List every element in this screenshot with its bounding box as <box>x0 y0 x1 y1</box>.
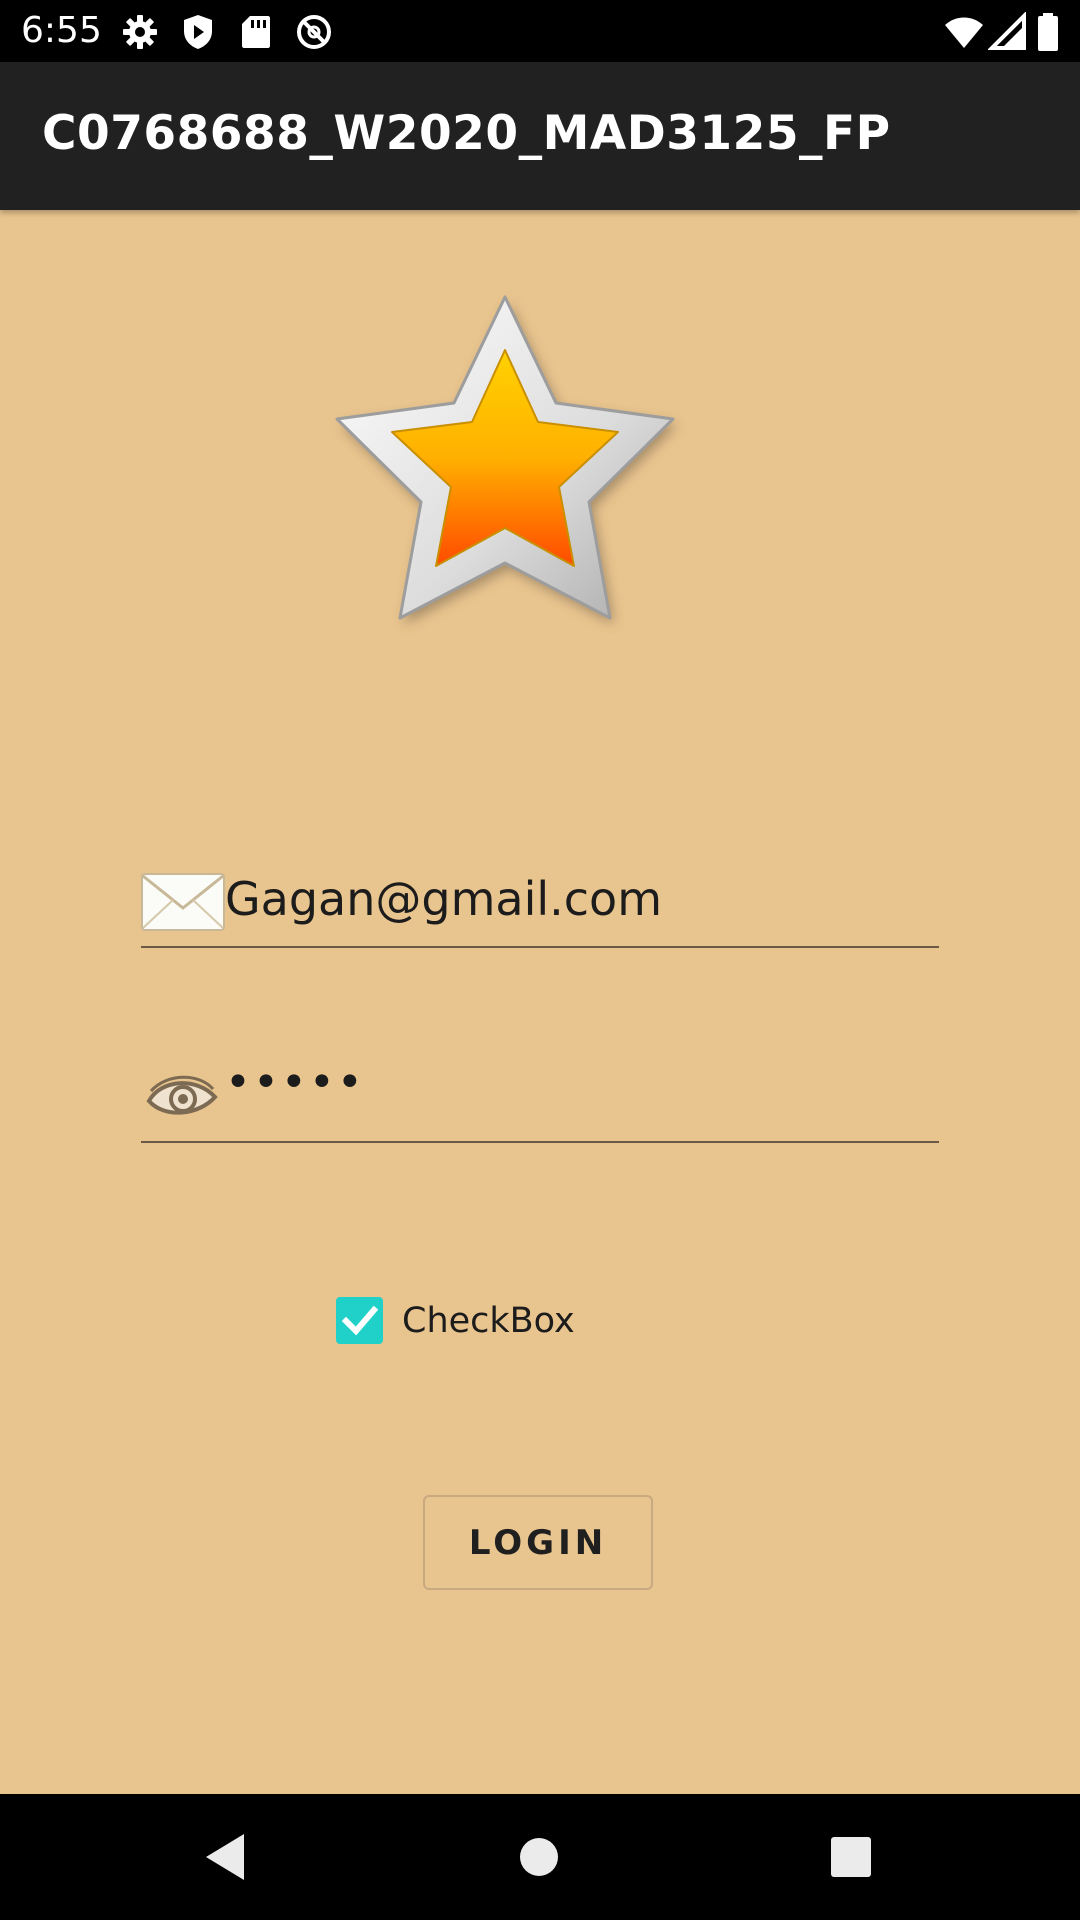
navigation-bar <box>0 1794 1080 1920</box>
play-protect-icon <box>178 12 218 52</box>
password-field[interactable]: ••••• <box>141 1057 939 1143</box>
email-value: Gagan@gmail.com <box>225 872 662 926</box>
back-icon[interactable] <box>192 1824 258 1890</box>
battery-icon <box>1034 12 1062 52</box>
cellular-icon <box>987 11 1028 52</box>
password-value: ••••• <box>225 1057 365 1108</box>
settings-icon <box>120 12 160 52</box>
sd-card-icon <box>236 12 276 52</box>
home-icon[interactable] <box>506 1824 572 1890</box>
wifi-icon <box>944 12 984 52</box>
no-disturb-icon <box>294 12 334 52</box>
checkbox-label: CheckBox <box>402 1301 575 1341</box>
star-icon <box>300 275 720 695</box>
app-bar: C0768688_W2020_MAD3125_FP <box>0 62 1080 210</box>
mail-icon <box>141 870 225 934</box>
checkbox-checked-icon[interactable] <box>336 1297 383 1344</box>
app-title: C0768688_W2020_MAD3125_FP <box>42 106 891 161</box>
recents-icon[interactable] <box>818 1824 884 1890</box>
login-button[interactable]: LOGIN <box>423 1495 653 1590</box>
status-bar: 6:55 <box>0 0 1080 62</box>
status-time: 6:55 <box>21 10 102 51</box>
email-field[interactable]: Gagan@gmail.com <box>141 866 939 948</box>
eye-icon <box>141 1065 225 1129</box>
